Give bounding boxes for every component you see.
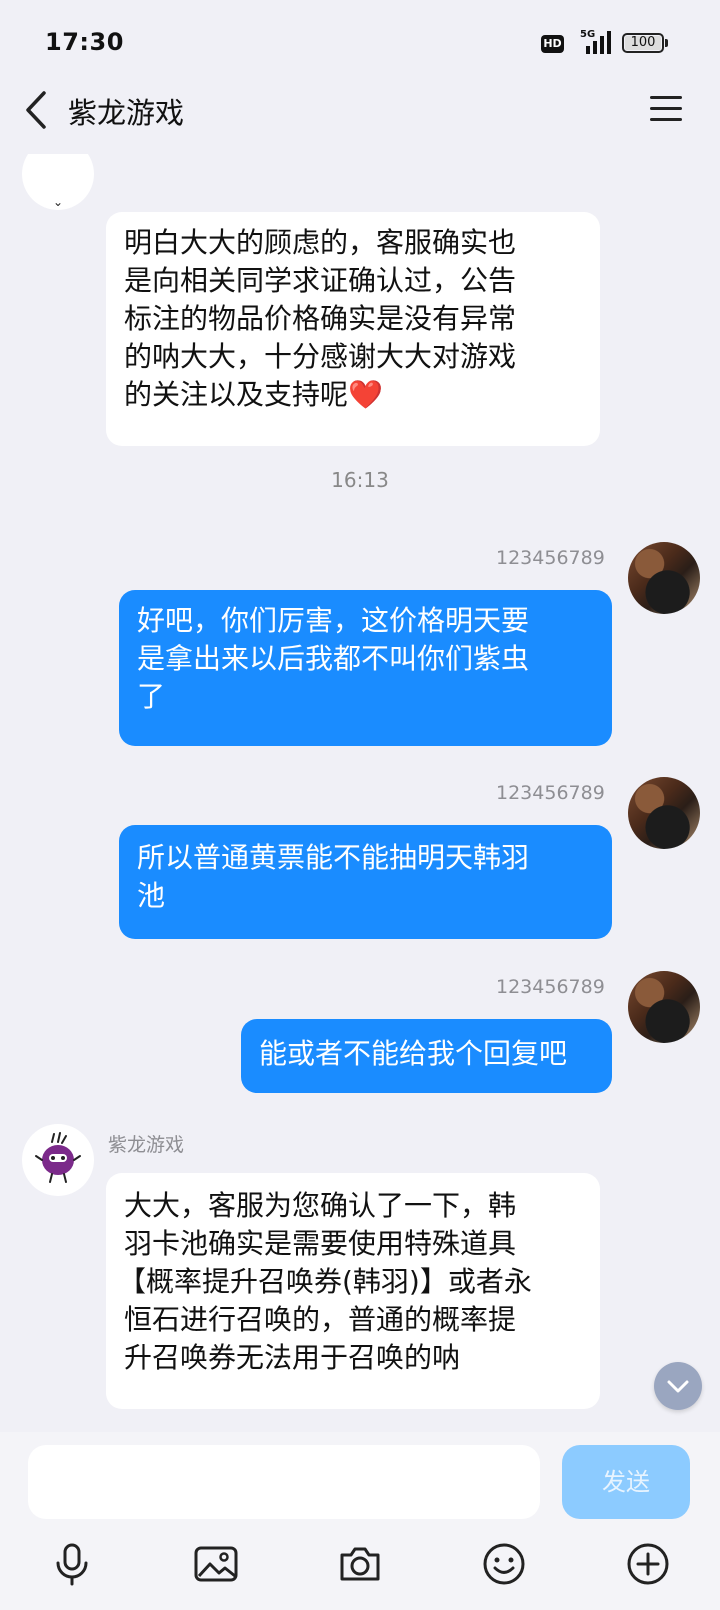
- message-timestamp: 16:13: [331, 468, 389, 492]
- message-input[interactable]: [28, 1445, 540, 1519]
- message-line: 是拿出来以后我都不叫你们紫虫: [137, 642, 530, 675]
- chevron-down-icon: [667, 1380, 689, 1393]
- message-line: 了: [137, 680, 166, 713]
- microphone-icon[interactable]: [48, 1540, 96, 1588]
- chevron-left-icon: [26, 91, 46, 129]
- svg-text:⌄: ⌄: [53, 195, 63, 209]
- user-avatar[interactable]: [628, 542, 700, 614]
- bot-avatar[interactable]: [22, 1124, 94, 1196]
- menu-line: [650, 107, 682, 110]
- user-avatar[interactable]: [628, 971, 700, 1043]
- message-line: 能或者不能给我个回复吧: [259, 1037, 568, 1070]
- message-text: 的关注以及支持呢: [124, 378, 349, 411]
- status-time: 17:30: [45, 28, 124, 56]
- plus-icon[interactable]: [624, 1540, 672, 1588]
- emoji-icon[interactable]: [480, 1540, 528, 1588]
- sender-name: 123456789: [496, 976, 605, 998]
- outgoing-message[interactable]: 能或者不能给我个回复吧: [241, 1019, 612, 1093]
- outgoing-message[interactable]: 所以普通黄票能不能抽明天韩羽 池: [119, 825, 612, 939]
- menu-button[interactable]: [650, 94, 684, 124]
- message-line: 恒石进行召唤的，普通的概率提: [124, 1303, 517, 1336]
- battery-level: 100: [630, 35, 656, 50]
- incoming-message[interactable]: 明白大大的顾虑的，客服确实也 是向相关同学求证确认过，公告 标注的物品价格确实是…: [106, 212, 600, 446]
- incoming-message[interactable]: 大大，客服为您确认了一下，韩 羽卡池确实是需要使用特殊道具 【概率提升召唤券(韩…: [106, 1173, 600, 1409]
- message-line: 是向相关同学求证确认过，公告: [124, 264, 517, 297]
- message-line: 池: [137, 879, 166, 912]
- image-icon[interactable]: [192, 1540, 240, 1588]
- message-line: 标注的物品价格确实是没有异常: [124, 302, 517, 335]
- menu-line: [650, 118, 682, 121]
- chat-title: 紫龙游戏: [68, 96, 185, 130]
- outgoing-message[interactable]: 好吧，你们厉害，这价格明天要 是拿出来以后我都不叫你们紫虫 了: [119, 590, 612, 746]
- message-line: 羽卡池确实是需要使用特殊道具: [124, 1227, 517, 1260]
- message-line: 升召唤券无法用于召唤的呐: [124, 1341, 461, 1374]
- message-line: 的呐大大，十分感谢大大对游戏: [124, 340, 517, 373]
- signal-icon: [586, 31, 611, 54]
- message-line: 的关注以及支持呢❤️: [124, 376, 582, 414]
- bot-mascot-icon: [35, 1132, 81, 1183]
- sender-name: 123456789: [496, 782, 605, 804]
- back-button[interactable]: [18, 86, 58, 136]
- send-button[interactable]: 发送: [562, 1445, 690, 1519]
- message-line: 好吧，你们厉害，这价格明天要: [137, 604, 530, 637]
- sender-name: 123456789: [496, 547, 605, 569]
- user-avatar[interactable]: [628, 777, 700, 849]
- hd-badge: HD: [541, 35, 564, 53]
- sender-name: 紫龙游戏: [108, 1134, 185, 1156]
- scroll-to-bottom-button[interactable]: [654, 1362, 702, 1410]
- hamburger-menu-icon: [650, 96, 682, 99]
- bot-mascot-icon: ⌄: [53, 195, 63, 209]
- heart-emoji: ❤️: [348, 378, 383, 411]
- battery-cap: [665, 39, 668, 47]
- message-line: 明白大大的顾虑的，客服确实也: [124, 226, 517, 259]
- bot-avatar[interactable]: ⌄: [22, 154, 94, 210]
- camera-icon[interactable]: [336, 1540, 384, 1588]
- message-line: 所以普通黄票能不能抽明天韩羽: [137, 841, 530, 874]
- message-line: 大大，客服为您确认了一下，韩: [124, 1189, 517, 1222]
- message-line: 【概率提升召唤券(韩羽)】或者永: [118, 1265, 532, 1298]
